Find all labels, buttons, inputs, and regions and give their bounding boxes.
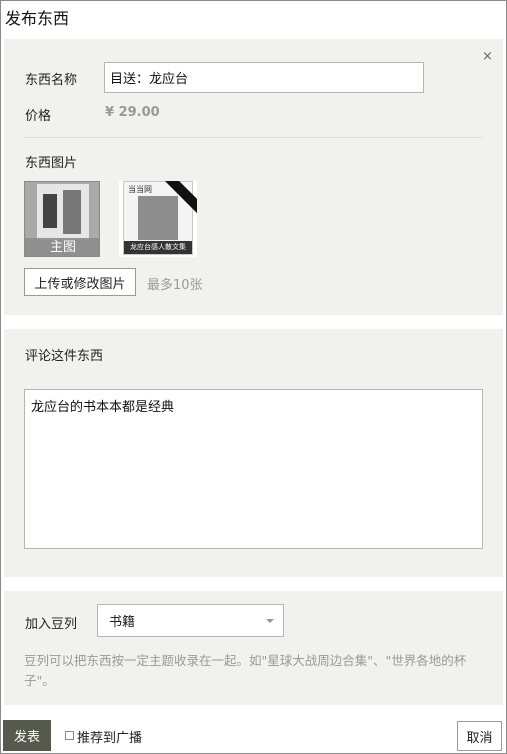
dialog-title: 发布东西 — [5, 9, 70, 28]
chevron-down-icon — [266, 619, 274, 623]
images-label: 东西图片 — [25, 156, 78, 171]
item-name-input[interactable]: 目送：龙应台 — [104, 62, 424, 93]
divider — [25, 137, 483, 138]
share-checkbox[interactable] — [65, 731, 74, 740]
book-cover-image — [37, 184, 89, 240]
price-value: ¥ 29.00 — [105, 105, 160, 120]
item-name-label: 东西名称 — [25, 73, 78, 88]
image-limit-hint: 最多10张 — [147, 278, 203, 293]
main-image-thumbnail[interactable]: 主图 — [24, 181, 100, 257]
doulist-description: 豆列可以把东西按一定主题收录在一起。如"星球大战周边合集"、"世界各地的杯子"。 — [24, 653, 467, 688]
review-label: 评论这件东西 — [25, 349, 104, 364]
publish-button[interactable]: 发表 — [3, 720, 51, 751]
review-textarea[interactable]: 龙应台的书本本都是经典 — [24, 389, 483, 549]
doulist-label: 加入豆列 — [25, 617, 78, 632]
image-thumbnail[interactable]: 当当网 龙应台感人散文集 — [119, 181, 197, 257]
doulist-selected-value: 书籍 — [109, 615, 136, 630]
doulist-select[interactable]: 书籍 — [97, 604, 284, 637]
cover-publisher-text: 当当网 — [128, 185, 152, 194]
price-label: 价格 — [25, 109, 52, 124]
publish-dialog: 发布东西 × 东西名称 目送：龙应台 价格 ¥ 29.00 东西图片 主图 当当… — [0, 0, 507, 754]
close-icon[interactable]: × — [482, 49, 493, 64]
upload-image-button[interactable]: 上传或修改图片 — [24, 268, 136, 296]
share-label[interactable]: 推荐到广播 — [77, 727, 142, 746]
cover-caption: 龙应台感人散文集 — [124, 241, 192, 254]
main-image-label: 主图 — [25, 238, 99, 256]
cancel-button[interactable]: 取消 — [457, 721, 502, 751]
